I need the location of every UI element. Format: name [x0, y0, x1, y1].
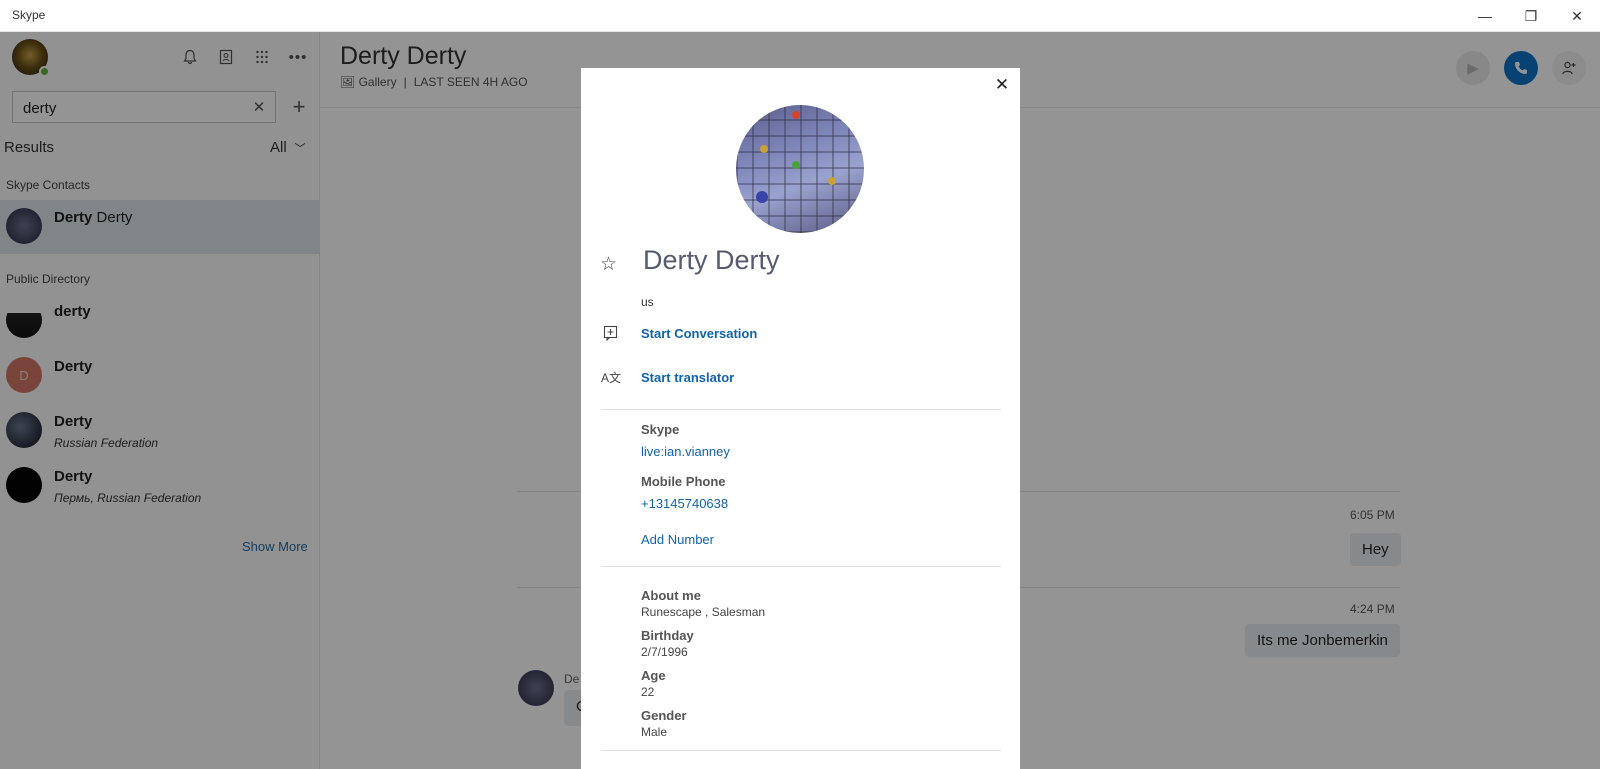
- restore-button[interactable]: ❐: [1508, 0, 1554, 32]
- restore-icon: ❐: [1524, 7, 1538, 24]
- app-title: Skype: [12, 8, 46, 22]
- profile-picture-detail: [792, 161, 800, 169]
- gender-value: Male: [641, 725, 668, 739]
- minimize-button[interactable]: —: [1462, 0, 1508, 32]
- close-icon: ✕: [1571, 7, 1583, 24]
- start-translator-button[interactable]: A文 Start translator: [601, 367, 1001, 391]
- title-bar: Skype — ❐ ✕: [0, 0, 1600, 32]
- mobile-phone-label: Mobile Phone: [641, 474, 726, 489]
- birthday-label: Birthday: [641, 628, 694, 643]
- gender-label: Gender: [641, 708, 687, 723]
- divider: [601, 409, 1001, 410]
- close-icon: ✕: [994, 75, 1010, 94]
- profile-dialog: ✕ ☆ Derty Derty us Start Conversation A文…: [581, 68, 1020, 769]
- about-me-value: Runescape , Salesman: [641, 605, 766, 619]
- minimize-icon: —: [1478, 8, 1492, 24]
- new-chat-icon: [601, 323, 621, 343]
- divider: [601, 566, 1001, 567]
- close-dialog-button[interactable]: ✕: [991, 74, 1013, 96]
- profile-location: us: [641, 295, 654, 309]
- profile-picture-detail: [828, 177, 836, 185]
- start-conversation-label: Start Conversation: [641, 326, 758, 341]
- skype-id-label: Skype: [641, 422, 680, 437]
- divider: [601, 750, 1001, 751]
- profile-picture-detail: [760, 145, 768, 153]
- favorite-star-icon[interactable]: ☆: [600, 253, 617, 276]
- birthday-value: 2/7/1996: [641, 645, 688, 659]
- profile-picture-pattern: [736, 105, 864, 233]
- age-label: Age: [641, 668, 666, 683]
- translator-icon: A文: [601, 370, 622, 385]
- profile-name: Derty Derty: [643, 245, 780, 275]
- close-window-button[interactable]: ✕: [1554, 0, 1600, 32]
- about-me-label: About me: [641, 588, 701, 603]
- profile-picture-detail: [756, 191, 768, 203]
- profile-picture-detail: [792, 111, 800, 119]
- start-conversation-button[interactable]: Start Conversation: [601, 323, 1001, 347]
- add-number-link[interactable]: Add Number: [641, 532, 714, 547]
- mobile-phone-value[interactable]: +13145740638: [641, 496, 728, 511]
- start-translator-label: Start translator: [641, 370, 735, 385]
- profile-picture: [736, 105, 864, 233]
- age-value: 22: [641, 685, 655, 699]
- skype-id-value[interactable]: live:ian.vianney: [641, 444, 730, 459]
